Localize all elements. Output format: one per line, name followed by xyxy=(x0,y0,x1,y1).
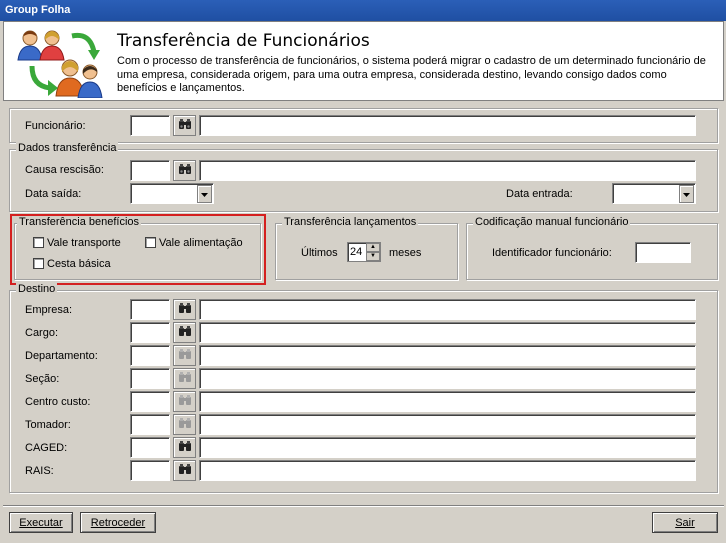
causa-rescisao-lookup-button[interactable] xyxy=(173,160,196,181)
destino-row-label: CAGED: xyxy=(25,442,68,454)
destino-row-label: Cargo: xyxy=(25,327,59,339)
binoculars-icon xyxy=(178,163,192,178)
destino-row-lookup-button[interactable] xyxy=(173,368,196,389)
destino-row-lookup-button[interactable] xyxy=(173,322,196,343)
footer-divider xyxy=(3,505,724,506)
funcionario-label: Funcionário: xyxy=(25,120,86,132)
destino-row-label: RAIS: xyxy=(25,465,54,477)
vale-alimentacao-checkbox[interactable] xyxy=(145,237,156,248)
cesta-basica-checkbox[interactable] xyxy=(33,258,44,269)
destino-row-code-input[interactable] xyxy=(130,322,170,343)
page-description: Com o processo de transferência de funci… xyxy=(117,55,706,94)
causa-rescisao-name-input[interactable] xyxy=(199,160,696,181)
vale-transporte-checkbox[interactable] xyxy=(33,237,44,248)
destino-row-name-input[interactable] xyxy=(199,414,696,435)
destino-row-code-input[interactable] xyxy=(130,460,170,481)
transferencia-lancamentos-title: Transferência lançamentos xyxy=(282,216,419,228)
destino-row-name-input[interactable] xyxy=(199,391,696,412)
destino-row-code-input[interactable] xyxy=(130,437,170,458)
codificacao-title: Codificação manual funcionário xyxy=(473,216,631,228)
destino-row-code-input[interactable] xyxy=(130,391,170,412)
binoculars-icon xyxy=(178,440,192,455)
data-saida-dropdown-button[interactable] xyxy=(197,185,212,203)
destino-row-name-input[interactable] xyxy=(199,345,696,366)
header-panel: Transferência de Funcionários Com o proc… xyxy=(3,21,724,101)
binoculars-icon xyxy=(178,325,192,340)
executar-button[interactable]: Executar xyxy=(9,512,73,533)
binoculars-icon xyxy=(178,348,192,363)
window-titlebar: Group Folha xyxy=(0,0,726,21)
vale-alimentacao-label[interactable]: Vale alimentação xyxy=(159,237,243,249)
data-entrada-combo[interactable] xyxy=(612,183,696,204)
destino-row-lookup-button[interactable] xyxy=(173,299,196,320)
destino-row-label: Tomador: xyxy=(25,419,71,431)
retroceder-button[interactable]: Retroceder xyxy=(80,512,156,533)
binoculars-icon xyxy=(178,417,192,432)
meses-value[interactable]: 24 xyxy=(350,246,362,258)
data-saida-combo[interactable] xyxy=(130,183,214,204)
meses-spinner[interactable]: 24 ▲ ▼ xyxy=(347,242,381,262)
causa-rescisao-label: Causa rescisão: xyxy=(25,164,104,176)
window-title: Group Folha xyxy=(5,4,71,16)
transferencia-beneficios-title: Transferência benefícios xyxy=(17,216,142,228)
vale-transporte-label[interactable]: Vale transporte xyxy=(47,237,121,249)
destino-row-lookup-button[interactable] xyxy=(173,460,196,481)
destino-row-name-input[interactable] xyxy=(199,299,696,320)
sair-button[interactable]: Sair xyxy=(652,512,718,533)
causa-rescisao-code-input[interactable] xyxy=(130,160,170,181)
transferencia-beneficios-group: Transferência benefícios xyxy=(14,216,261,280)
page-title: Transferência de Funcionários xyxy=(117,31,370,51)
funcionario-name-input[interactable] xyxy=(199,115,696,136)
binoculars-icon xyxy=(178,371,192,386)
destino-row-code-input[interactable] xyxy=(130,299,170,320)
binoculars-icon xyxy=(178,394,192,409)
identificador-label: Identificador funcionário: xyxy=(492,247,612,259)
destino-row-code-input[interactable] xyxy=(130,368,170,389)
destino-row-lookup-button[interactable] xyxy=(173,391,196,412)
destino-row-lookup-button[interactable] xyxy=(173,345,196,366)
dados-transferencia-title: Dados transferência xyxy=(16,142,119,154)
binoculars-icon xyxy=(178,118,192,133)
cesta-basica-label[interactable]: Cesta básica xyxy=(47,258,111,270)
destino-row-label: Empresa: xyxy=(25,304,73,316)
destino-row-label: Departamento: xyxy=(25,350,98,362)
data-saida-label: Data saída: xyxy=(25,188,82,200)
spinner-up-button[interactable]: ▲ xyxy=(366,243,380,252)
funcionario-lookup-button[interactable] xyxy=(173,115,196,136)
destino-row-name-input[interactable] xyxy=(199,460,696,481)
identificador-input[interactable] xyxy=(635,242,691,263)
destino-row-label: Centro custo: xyxy=(25,396,91,408)
ultimos-label: Últimos xyxy=(301,247,338,259)
destino-row-name-input[interactable] xyxy=(199,368,696,389)
data-entrada-dropdown-button[interactable] xyxy=(679,185,694,203)
chevron-down-icon xyxy=(683,188,690,200)
spinner-down-button[interactable]: ▼ xyxy=(366,252,380,261)
destino-row-name-input[interactable] xyxy=(199,437,696,458)
binoculars-icon xyxy=(178,302,192,317)
chevron-down-icon xyxy=(201,188,208,200)
destino-row-code-input[interactable] xyxy=(130,345,170,366)
meses-label: meses xyxy=(389,247,422,259)
destino-row-code-input[interactable] xyxy=(130,414,170,435)
destino-row-label: Seção: xyxy=(25,373,60,385)
destino-row-name-input[interactable] xyxy=(199,322,696,343)
funcionario-code-input[interactable] xyxy=(130,115,170,136)
users-transfer-icon xyxy=(10,26,106,99)
destino-title: Destino xyxy=(16,283,58,295)
destino-row-lookup-button[interactable] xyxy=(173,437,196,458)
data-entrada-label: Data entrada: xyxy=(506,188,573,200)
destino-row-lookup-button[interactable] xyxy=(173,414,196,435)
binoculars-icon xyxy=(178,463,192,478)
